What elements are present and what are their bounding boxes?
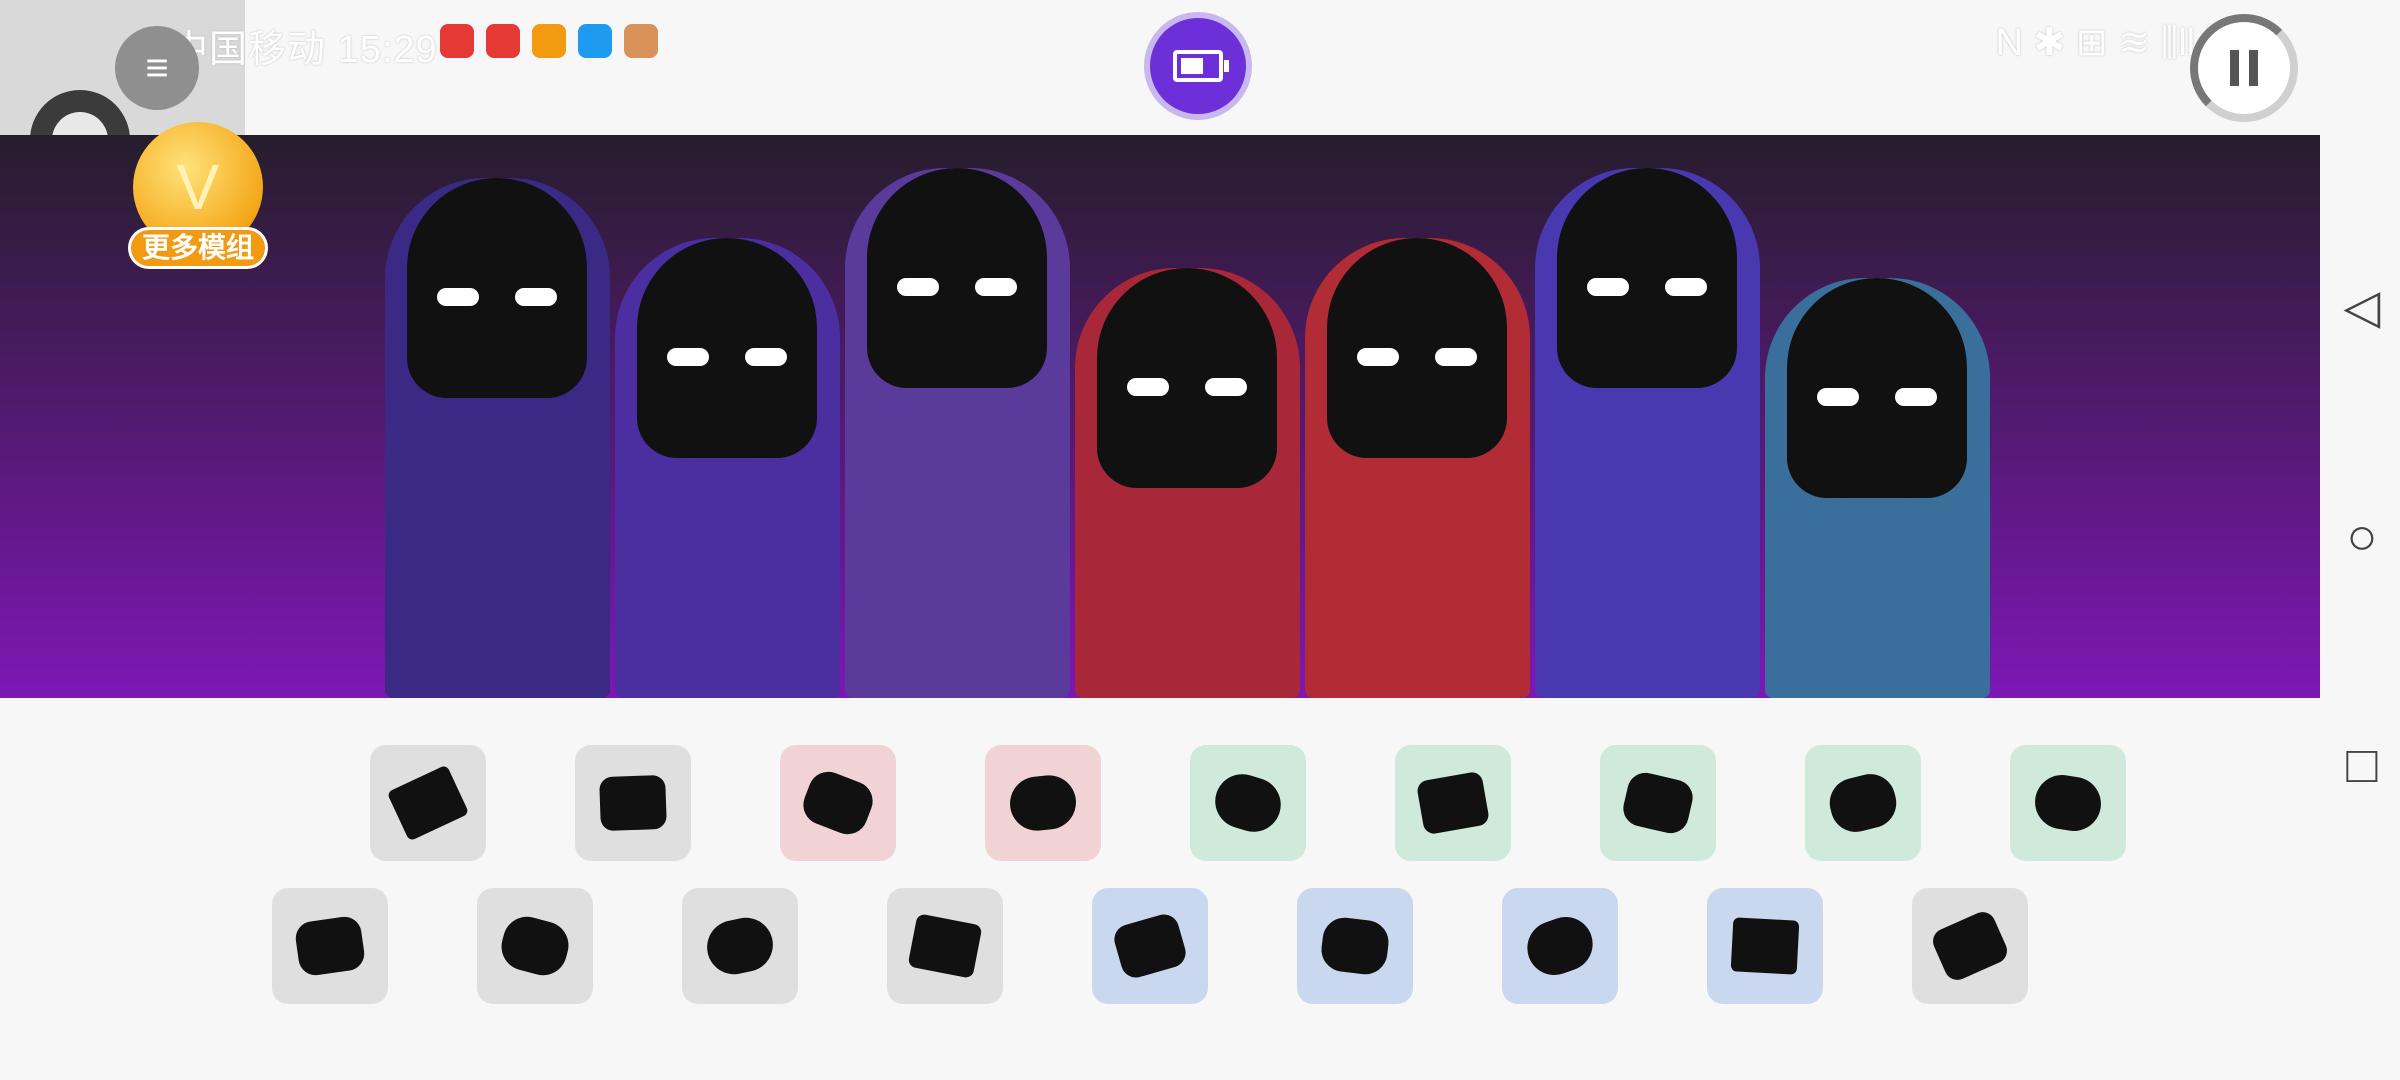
navigation-bar: ◁ ○ □ (2320, 135, 2400, 1080)
sound-icon-10-glyph (293, 914, 367, 978)
pen-app-icon (532, 24, 566, 58)
sound-icon-16[interactable] (1502, 888, 1618, 1004)
character-stage (0, 135, 2320, 698)
character-mouth (1377, 398, 1457, 458)
sound-icon-6-glyph (1415, 770, 1491, 836)
sound-icon-2-glyph (599, 774, 667, 832)
sound-icon-3[interactable] (780, 745, 896, 861)
home-icon[interactable]: ○ (2340, 508, 2384, 566)
huawei-store-icon (486, 24, 520, 58)
clock: 15:29 (337, 29, 438, 71)
sound-icon-14-glyph (1110, 910, 1190, 982)
character-mouth (457, 338, 537, 398)
character-mouth (1837, 438, 1917, 498)
character-eyes (437, 288, 557, 312)
sound-icon-12-glyph (702, 912, 778, 980)
character-eyes (897, 278, 1017, 302)
shield-icon (578, 24, 612, 58)
character-purple-horned-mask[interactable] (385, 178, 610, 698)
sound-icon-8[interactable] (1805, 745, 1921, 861)
more-mods-label: 更多模组 (128, 227, 268, 269)
sound-icon-5-glyph (1208, 767, 1288, 839)
character-glasses-mask[interactable] (1535, 168, 1760, 698)
character-mouth (917, 328, 997, 388)
vip-letter: V (176, 151, 220, 223)
sound-icon-15-glyph (1318, 915, 1392, 977)
floating-menu-button[interactable]: ≡ (115, 26, 199, 110)
battery-icon (1173, 50, 1229, 82)
sound-icon-6[interactable] (1395, 745, 1511, 861)
more-mods-badge[interactable]: V 更多模组 (128, 122, 268, 272)
character-eyes (1357, 348, 1477, 372)
sound-icon-13[interactable] (887, 888, 1003, 1004)
pause-icon (2230, 50, 2258, 86)
carrier-time: 中国移动 15:29 (170, 18, 438, 73)
character-eyes (1817, 388, 1937, 412)
sound-icon-14[interactable] (1092, 888, 1208, 1004)
sound-icon-11-glyph (496, 911, 574, 981)
sound-icon-11[interactable] (477, 888, 593, 1004)
sound-icon-9-glyph (2031, 771, 2105, 835)
sound-icon-4[interactable] (985, 745, 1101, 861)
character-blue-equalizer[interactable] (1765, 278, 1990, 698)
sound-icon-9[interactable] (2010, 745, 2126, 861)
sound-icon-12[interactable] (682, 888, 798, 1004)
sound-icon-7-glyph (1619, 769, 1697, 837)
sound-icon-18-glyph (1928, 907, 2012, 985)
sound-icon-2[interactable] (575, 745, 691, 861)
sound-icon-3-glyph (797, 765, 879, 841)
sound-icon-18[interactable] (1912, 888, 2028, 1004)
recents-icon[interactable]: □ (2340, 736, 2384, 794)
phone-missed-icon (440, 24, 474, 58)
sound-icon-5[interactable] (1190, 745, 1306, 861)
sound-icon-1-glyph (386, 764, 470, 842)
sound-icon-16-glyph (1519, 909, 1601, 983)
character-red-hood[interactable] (1075, 268, 1300, 698)
character-cyborg-red-cape[interactable] (1305, 238, 1530, 698)
character-eyes (1127, 378, 1247, 402)
character-tentacle-mask[interactable] (845, 168, 1070, 698)
character-mouth (1607, 328, 1687, 388)
chat-icon (624, 24, 658, 58)
sound-icon-4-glyph (1007, 772, 1079, 834)
sound-icon-1[interactable] (370, 745, 486, 861)
character-mouth (687, 398, 767, 458)
sound-icon-17-glyph (1730, 917, 1800, 975)
character-eyes (667, 348, 787, 372)
battery-button[interactable] (1150, 18, 1246, 114)
sound-icon-13-glyph (907, 913, 983, 979)
character-mouth (1147, 428, 1227, 488)
sound-icon-8-glyph (1824, 768, 1902, 838)
character-skull-cap-demon[interactable] (615, 238, 840, 698)
sound-icon-7[interactable] (1600, 745, 1716, 861)
sound-icon-10[interactable] (272, 888, 388, 1004)
pause-button[interactable] (2190, 14, 2298, 122)
sound-icon-17[interactable] (1707, 888, 1823, 1004)
character-eyes (1587, 278, 1707, 302)
sound-icon-15[interactable] (1297, 888, 1413, 1004)
menu-icon: ≡ (145, 45, 169, 90)
back-icon[interactable]: ◁ (2340, 281, 2384, 334)
